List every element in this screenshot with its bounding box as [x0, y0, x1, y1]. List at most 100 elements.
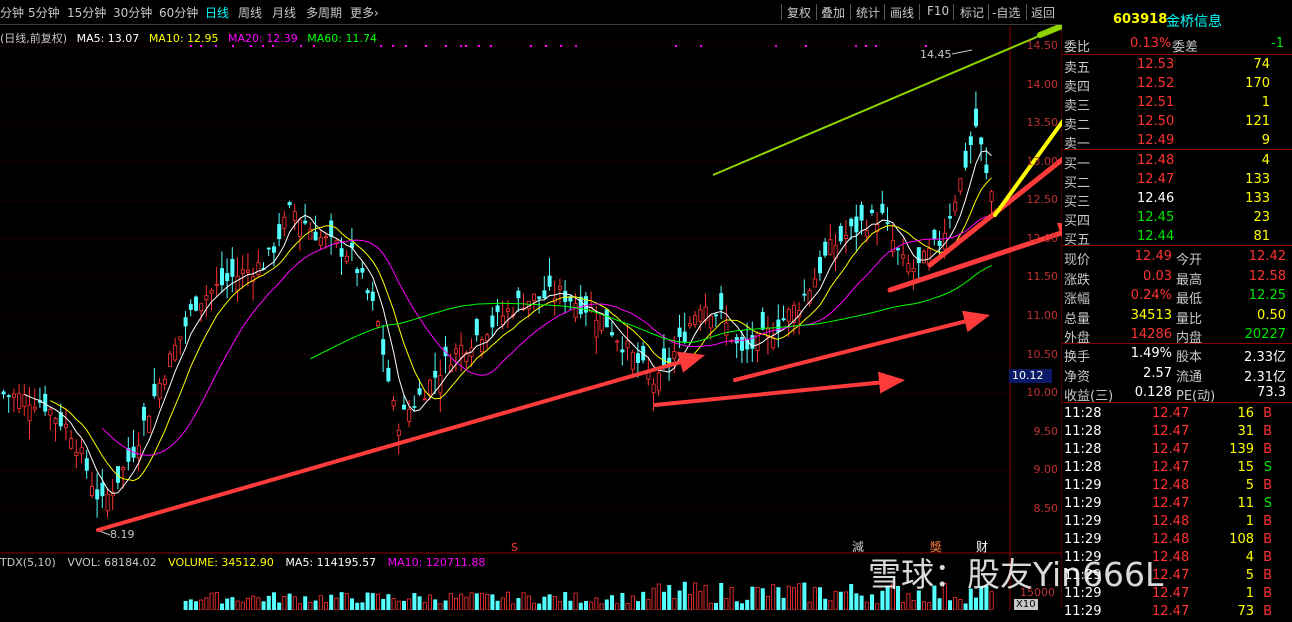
- volume-bar: [589, 601, 594, 610]
- period-tab-daily[interactable]: 日线: [205, 4, 229, 21]
- candle-body: [245, 269, 250, 273]
- period-tab-weekly[interactable]: 周线: [238, 4, 262, 21]
- volume-bar: [521, 592, 526, 610]
- ask-volume: 9: [1261, 133, 1270, 148]
- mark-button[interactable]: 标记: [960, 4, 984, 21]
- period-tab-1min[interactable]: 分钟: [0, 4, 24, 21]
- volume-bar: [958, 599, 963, 610]
- candle-body: [771, 337, 776, 349]
- draw-line-button[interactable]: 画线: [890, 4, 914, 21]
- overlay-button[interactable]: 叠加: [821, 4, 845, 21]
- candle-body: [682, 331, 687, 343]
- candle-body: [422, 398, 427, 401]
- candlestick-chart[interactable]: 14.458.19S 減獎财: [0, 0, 1062, 610]
- f10-button[interactable]: F10: [927, 4, 949, 18]
- tick-side: B: [1263, 478, 1272, 493]
- remove-favorite-button[interactable]: -自选: [992, 4, 1020, 21]
- signal-dot: [478, 45, 480, 47]
- stat-label: 现价: [1064, 253, 1091, 268]
- volume-bar: [875, 603, 880, 610]
- tick-side: B: [1263, 568, 1272, 583]
- candle-body: [375, 321, 380, 327]
- tick-row: 11:28 12.47 139 B: [1062, 441, 1290, 460]
- candle-body: [209, 289, 214, 294]
- candle-body: [870, 209, 875, 213]
- stat-label: 总量: [1064, 311, 1091, 327]
- period-tab-monthly[interactable]: 月线: [272, 4, 296, 21]
- fundamental-row: 净资 2.57 流通 2.31亿: [1062, 365, 1290, 385]
- volume-bar: [401, 600, 406, 610]
- stat-value: 12.25: [1248, 288, 1286, 303]
- volume-bar: [308, 601, 313, 610]
- volume-bar: [391, 598, 396, 610]
- ask-level-label: 卖五: [1064, 61, 1091, 76]
- period-tab-multi[interactable]: 多周期: [306, 4, 342, 21]
- volume-bar: [823, 598, 828, 610]
- candle-body: [417, 388, 422, 395]
- tick-row: 11:29 12.47 73 B: [1062, 603, 1290, 622]
- volume-bar: [344, 593, 349, 610]
- volume-bar: [641, 591, 646, 610]
- candle-body: [64, 423, 69, 429]
- candle-body: [365, 290, 370, 294]
- toolbar-separator: [884, 4, 885, 20]
- candle-body: [323, 236, 328, 239]
- volume-bar: [937, 598, 942, 610]
- candle-body: [95, 489, 100, 500]
- volume-bar: [516, 598, 521, 610]
- volume-bar: [974, 597, 979, 610]
- volume-bar: [412, 593, 417, 610]
- ma20-label: MA20: 12.39: [228, 32, 298, 45]
- tick-row: 11:29 12.48 5 B: [1062, 477, 1290, 496]
- volume-ma10-label: MA10: 120711.88: [387, 556, 486, 569]
- statistics-button[interactable]: 统计: [856, 4, 880, 21]
- period-tab-15min[interactable]: 15分钟: [67, 4, 106, 21]
- period-tab-5min[interactable]: 5分钟: [28, 4, 60, 21]
- candle-body: [490, 315, 495, 328]
- tick-price: 12.47: [1152, 496, 1190, 511]
- candle-body: [173, 345, 178, 361]
- volume-bar: [802, 582, 807, 610]
- stat-value: 0.03: [1143, 268, 1172, 284]
- tick-price: 12.47: [1152, 604, 1190, 619]
- volume-bar: [807, 601, 812, 610]
- period-tab-30min[interactable]: 30分钟: [113, 4, 152, 21]
- price-axis-label: 13.50: [1026, 116, 1059, 129]
- candle-body: [963, 150, 968, 168]
- volume-bar: [370, 593, 375, 610]
- volume-bar: [245, 597, 250, 610]
- candle-body: [11, 393, 16, 398]
- signal-dot: [560, 45, 562, 47]
- volume-bar: [542, 596, 547, 610]
- volume-bar: [558, 601, 563, 610]
- volume-bar: [693, 582, 698, 610]
- volume-bar: [469, 592, 474, 610]
- quote-panel: 委比 0.13% 委差 -1 卖五 12.53 74 卖四 12.52 170 卖三 12.5…: [1062, 33, 1292, 619]
- volume-bar: [838, 591, 843, 610]
- candle-body: [802, 293, 807, 296]
- candle-body: [672, 351, 677, 360]
- tick-time: 11:28: [1064, 460, 1102, 475]
- toolbar-separator: [953, 4, 954, 20]
- candle-body: [396, 429, 401, 436]
- candle-body: [953, 201, 958, 212]
- adjust-button[interactable]: 复权: [787, 4, 811, 21]
- period-tab-60min[interactable]: 60分钟: [159, 4, 198, 21]
- bid-price: 12.48: [1137, 153, 1175, 168]
- tick-time: 11:29: [1064, 478, 1102, 493]
- tick-side: B: [1263, 586, 1272, 601]
- volume-bar: [901, 602, 906, 610]
- price-axis-label: 9.00: [1033, 463, 1059, 476]
- tick-price: 12.47: [1152, 442, 1190, 457]
- candle-body: [427, 379, 432, 395]
- volume-bar: [745, 599, 750, 610]
- volume-bar: [620, 592, 625, 610]
- candle-body: [1, 391, 6, 395]
- bid-price: 12.45: [1137, 210, 1175, 225]
- volume-bar: [261, 601, 266, 610]
- back-button[interactable]: 返回: [1031, 4, 1055, 21]
- period-tab-more[interactable]: 更多›: [350, 4, 379, 21]
- tick-price: 12.47: [1152, 460, 1190, 475]
- candle-body: [193, 296, 198, 311]
- volume-bar: [906, 593, 911, 610]
